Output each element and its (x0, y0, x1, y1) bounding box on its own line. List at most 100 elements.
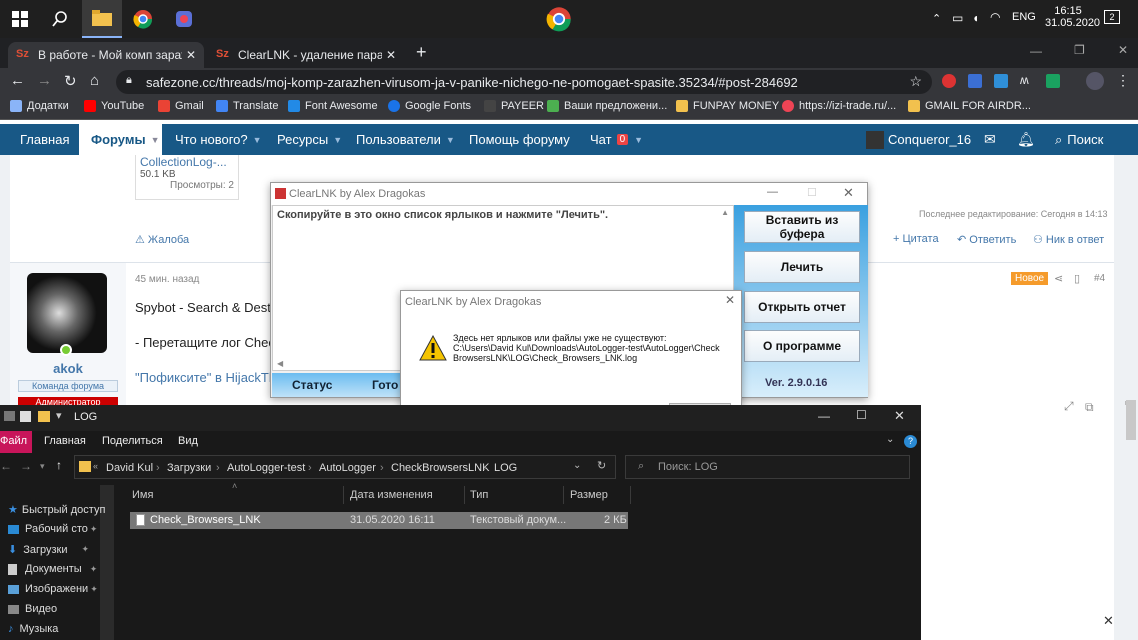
open-report-button[interactable]: Открыть отчет (744, 291, 860, 323)
paste-button[interactable]: Вставить из буфера (744, 211, 860, 243)
tray-chevron-icon[interactable]: ⌃ (932, 12, 941, 25)
ribbon-home-tab[interactable]: Главная (44, 435, 86, 447)
maximize-icon[interactable]: ☐ (856, 408, 867, 422)
tab-clearlnk[interactable]: Sz ClearLNK - удаление параметр... ✕ (208, 42, 404, 68)
lang-indicator[interactable]: ENG (1012, 11, 1036, 23)
nav-downloads[interactable]: ⬇ Загрузки ✦ (8, 543, 89, 557)
close-window-icon[interactable]: ✕ (1118, 43, 1128, 57)
close-icon[interactable]: ✕ (186, 48, 196, 62)
nav-resources[interactable]: Ресурсы ▼ (277, 124, 342, 155)
extension-icon[interactable] (968, 74, 982, 88)
nav-music[interactable]: ♪ Музыка (8, 623, 58, 635)
about-button[interactable]: О программе (744, 330, 860, 362)
windows-start-icon[interactable] (0, 0, 40, 38)
bookmark-googlefonts[interactable]: Google Fonts (388, 100, 471, 112)
expand-icon[interactable]: ⤢ (1064, 399, 1074, 414)
forward-icon[interactable]: → (20, 459, 32, 473)
app-taskbar-icon[interactable] (164, 0, 204, 38)
nav-help[interactable]: Помощь форуму (469, 124, 570, 155)
avatar[interactable] (27, 273, 107, 353)
maximize-icon[interactable]: ☐ (807, 186, 817, 199)
path-dropdown-icon[interactable]: ⌄ (573, 460, 581, 471)
close-icon[interactable]: ✕ (1103, 613, 1114, 629)
menu-icon[interactable]: ⋮ (1116, 72, 1130, 89)
breadcrumb-item[interactable]: AutoLogger-test (227, 462, 305, 474)
reply-to-link[interactable]: ⚇ Ник в ответ (1033, 233, 1104, 246)
battery-icon[interactable]: ▭ (952, 11, 963, 25)
close-icon[interactable]: ✕ (843, 185, 854, 201)
ribbon-file-tab[interactable]: Файл (0, 431, 32, 453)
table-row[interactable]: Check_Browsers_LNK 31.05.2020 16:11 Текс… (130, 512, 628, 529)
nav-pictures[interactable]: Изображени ✦ (8, 583, 98, 595)
search-icon[interactable] (40, 0, 80, 38)
close-icon[interactable]: ✕ (894, 408, 905, 424)
up-icon[interactable]: ↑ (56, 458, 62, 472)
refresh-icon[interactable]: ↻ (597, 459, 606, 472)
bookmark-offers[interactable]: Ваши предложени... (547, 100, 667, 112)
share-icon[interactable]: ⋖ (1054, 272, 1063, 285)
minimize-icon[interactable]: — (1030, 44, 1042, 58)
overflow-icon[interactable]: « (93, 461, 98, 471)
wifi-icon[interactable]: ◠ (990, 10, 1000, 24)
post-number[interactable]: #4 (1094, 273, 1105, 284)
close-icon[interactable]: ✕ (386, 48, 396, 62)
vk-icon[interactable]: ʍ (1020, 73, 1029, 87)
column-header-type[interactable]: Тип (470, 489, 488, 501)
column-header-size[interactable]: Размер (570, 489, 608, 501)
mic-icon[interactable]: ◖ (972, 11, 979, 25)
bookmark-gmail-airdrop[interactable]: GMAIL FOR AIRDR... (908, 100, 1031, 112)
profile-avatar[interactable] (1086, 72, 1104, 90)
scroll-up-icon[interactable]: ▲ (721, 208, 729, 217)
nav-search[interactable]: ⌕ Поиск (1055, 124, 1103, 155)
help-icon[interactable]: ? (904, 435, 917, 448)
scroll-left-icon[interactable]: ◀ (277, 359, 283, 368)
column-divider[interactable] (630, 486, 631, 504)
back-icon[interactable]: ← (10, 72, 25, 89)
nav-quick-access[interactable]: ★ Быстрый доступ (8, 503, 105, 517)
breadcrumb-item[interactable]: David Kul (106, 462, 153, 474)
breadcrumb-separator-icon[interactable]: › (380, 462, 384, 474)
checkbox-icon[interactable] (20, 411, 31, 422)
breadcrumb-item[interactable]: Загрузки (167, 462, 211, 474)
bookmark-izitrade[interactable]: https://izi-trade.ru/... (782, 100, 896, 112)
bookmark-icon[interactable]: ▯ (1074, 272, 1080, 285)
report-link[interactable]: ⚠︎ Жалоба (135, 233, 189, 246)
bookmark-fontawesome[interactable]: Font Awesome (288, 100, 378, 112)
bookmark-gmail[interactable]: Gmail (158, 100, 204, 112)
nav-chat[interactable]: Чат 0 ▼ (590, 124, 643, 155)
ribbon-share-tab[interactable]: Поделиться (102, 435, 163, 447)
breadcrumb-separator-icon[interactable]: › (308, 462, 312, 474)
file-explorer-icon[interactable] (82, 0, 122, 38)
bell-icon[interactable]: 🔔︎ (1017, 124, 1035, 155)
qat-icon[interactable] (4, 411, 15, 421)
breadcrumb-separator-icon[interactable]: › (483, 462, 487, 474)
breadcrumb-separator-icon[interactable]: › (156, 462, 160, 474)
back-icon[interactable]: ← (0, 459, 12, 473)
extension-icon[interactable] (1046, 74, 1060, 88)
new-tab-icon[interactable]: + (416, 42, 427, 63)
qat-dropdown-icon[interactable]: ▾ (56, 409, 62, 422)
bookmark-payeer[interactable]: PAYEER (484, 100, 544, 112)
post-author[interactable]: akok (10, 361, 126, 376)
breadcrumb-item[interactable]: AutoLogger (319, 462, 376, 474)
attachment[interactable]: CollectionLog-... 50.1 KB Просмотры: 2 (135, 155, 239, 200)
nav-whats-new[interactable]: Что нового? ▼ (175, 124, 262, 155)
bookmark-translate[interactable]: Translate (216, 100, 278, 112)
reload-icon[interactable]: ↻ (64, 72, 77, 90)
inbox-icon[interactable]: ✉ (984, 124, 996, 155)
extension-icon[interactable] (994, 74, 1008, 88)
nav-forums[interactable]: Форумы ▼ (79, 124, 162, 155)
nav-user[interactable]: Conqueror_16 (866, 124, 971, 155)
breadcrumb-item[interactable]: CheckBrowsersLNK (391, 462, 489, 474)
star-icon[interactable]: ☆ (909, 73, 922, 90)
nav-home[interactable]: Главная (20, 124, 69, 155)
cure-button[interactable]: Лечить (744, 251, 860, 283)
bookmark-funpay[interactable]: FUNPAY MONEY (676, 100, 779, 112)
tab-active[interactable]: Sz В работе - Мой комп заражен ... ✕ (8, 42, 204, 68)
forward-icon[interactable]: → (37, 72, 52, 89)
nav-users[interactable]: Пользователи ▼ (356, 124, 455, 155)
column-header-date[interactable]: Дата изменения (350, 489, 433, 501)
nav-desktop[interactable]: Рабочий сто ✦ (8, 523, 97, 535)
home-icon[interactable]: ⌂ (90, 72, 99, 89)
restore-icon[interactable]: ❐ (1074, 43, 1085, 57)
